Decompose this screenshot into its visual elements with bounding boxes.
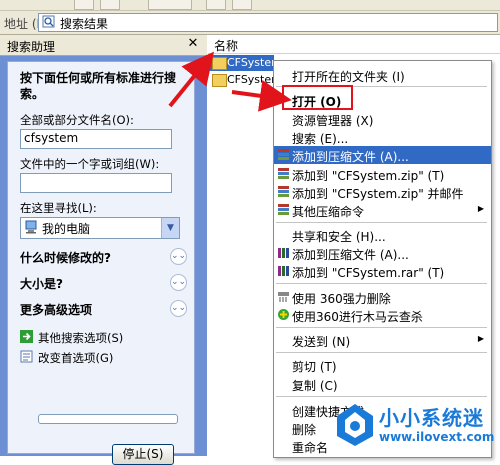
watermark-title: 小小系统迷	[379, 406, 484, 430]
watermark: 小小系统迷 www.ilovext.com	[335, 400, 500, 456]
watermark-url: www.ilovext.com	[379, 430, 495, 444]
annotation-arrows	[168, 51, 292, 112]
watermark-logo-icon	[337, 404, 373, 446]
annotation-arrow	[168, 51, 215, 108]
annotation-arrow	[231, 79, 292, 112]
